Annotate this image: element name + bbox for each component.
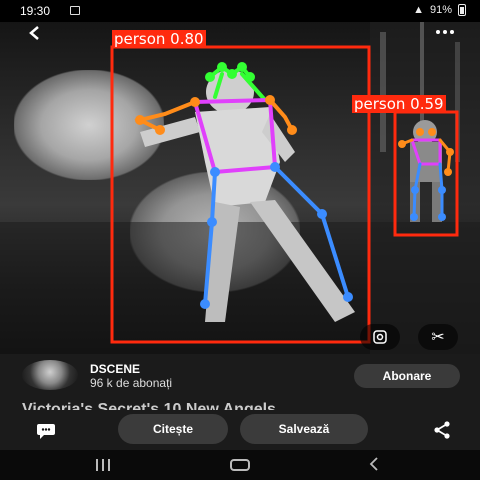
- detection-label-2: person 0.59: [352, 95, 446, 113]
- chevron-left-icon: [369, 457, 378, 471]
- subscriber-count: 96 k de abonați: [90, 376, 173, 390]
- scissors-button[interactable]: ✂: [418, 324, 458, 350]
- channel-name[interactable]: DSCENE: [90, 362, 140, 376]
- back-button[interactable]: [26, 24, 48, 46]
- read-button[interactable]: Citește: [118, 414, 228, 444]
- chat-bubble-icon: [37, 424, 55, 439]
- channel-avatar[interactable]: [22, 360, 78, 390]
- article-title[interactable]: Victoria's Secret's 10 New Angels: [22, 398, 382, 410]
- more-dots-icon: [436, 30, 440, 34]
- nav-back-button[interactable]: [368, 456, 382, 474]
- detection-label-1: person 0.80: [112, 30, 206, 48]
- detection-overlay: [0, 22, 480, 354]
- recents-button[interactable]: [96, 459, 116, 471]
- save-button[interactable]: Salvează: [240, 414, 368, 444]
- status-right-icons: ▲ 91%: [413, 4, 466, 16]
- status-bar: 19:30 ▲ 91%: [0, 0, 480, 22]
- home-button[interactable]: [230, 459, 250, 471]
- arrow-left-icon: [29, 26, 39, 40]
- subscribe-button[interactable]: Abonare: [354, 364, 460, 388]
- lens-search-button[interactable]: [360, 324, 400, 350]
- share-icon: [434, 421, 450, 439]
- lens-search-icon: [373, 330, 387, 344]
- signal-icon: ▲: [413, 4, 424, 16]
- battery-percent: 91%: [429, 4, 452, 16]
- battery-icon: [458, 4, 466, 16]
- status-time: 19:30: [20, 4, 51, 18]
- photo-viewer[interactable]: person 0.80 person 0.59 ✂: [0, 22, 480, 354]
- image-notification-icon: [70, 6, 80, 15]
- share-button[interactable]: [432, 420, 452, 440]
- more-options-button[interactable]: [436, 30, 458, 38]
- comments-button[interactable]: [36, 422, 56, 440]
- scissors-icon: ✂: [431, 329, 445, 346]
